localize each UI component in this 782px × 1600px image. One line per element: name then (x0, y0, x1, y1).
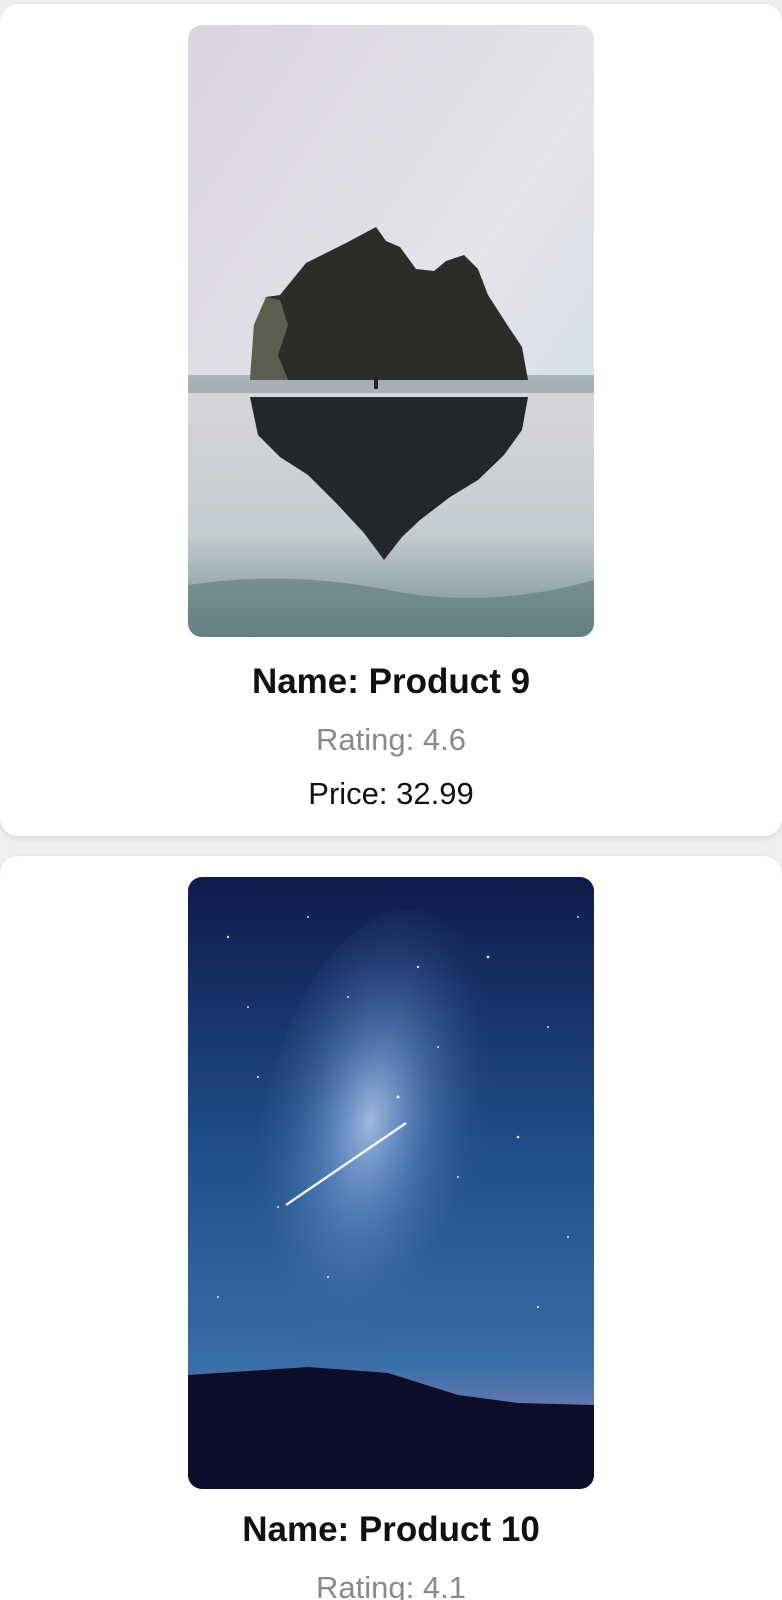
milky-way-photo (188, 877, 594, 1489)
product-name: Name: Product 10 (242, 1510, 540, 1549)
product-image[interactable] (188, 25, 594, 637)
product-name: Name: Product 9 (251, 662, 531, 701)
product-list: Name: Product 9 Rating: 4.6 Price: 32.99 (0, 0, 782, 1600)
product-card[interactable]: Name: Product 10 Rating: 4.1 (0, 856, 782, 1600)
product-image[interactable] (188, 877, 594, 1489)
product-card[interactable]: Name: Product 9 Rating: 4.6 Price: 32.99 (0, 4, 782, 836)
product-rating: Rating: 4.6 (316, 722, 466, 757)
product-rating: Rating: 4.1 (316, 1570, 466, 1600)
product-price: Price: 32.99 (308, 776, 474, 811)
sea-stack-photo (188, 25, 594, 637)
